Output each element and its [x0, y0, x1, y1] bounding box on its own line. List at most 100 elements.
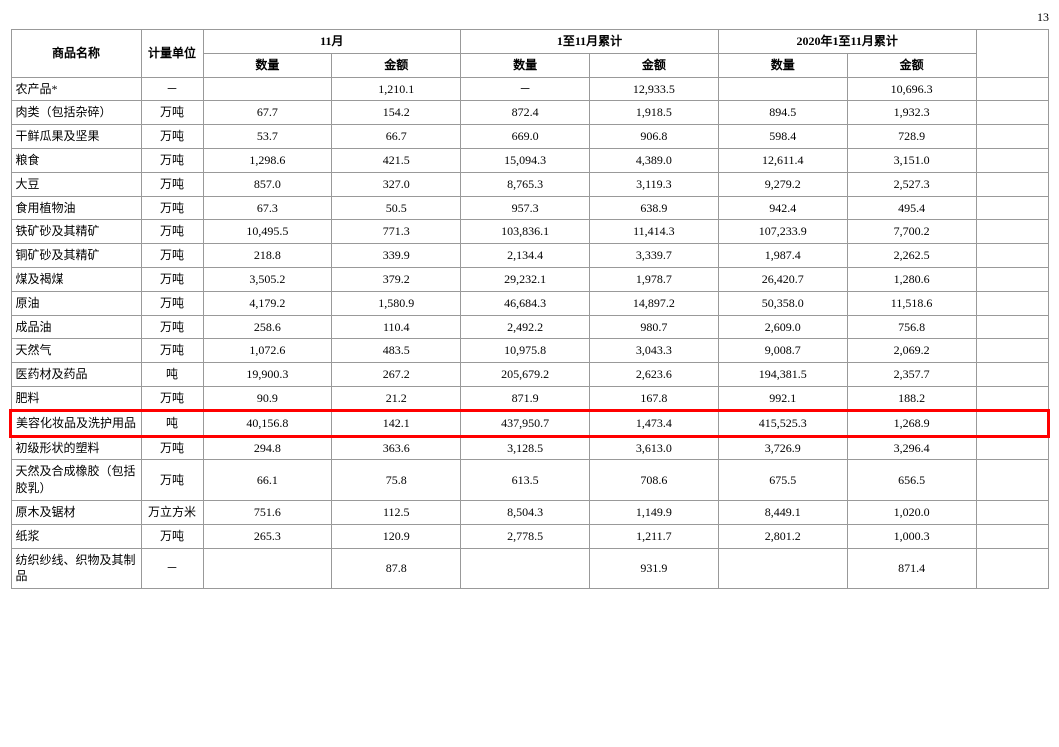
extra	[976, 125, 1048, 149]
unit: －	[141, 548, 203, 589]
prev-amt: 871.4	[847, 548, 976, 589]
ytd-amt: 12,933.5	[589, 77, 718, 101]
nov-amt: 771.3	[332, 220, 461, 244]
commodity-name: 农产品*	[11, 77, 141, 101]
ytd-amt: 980.7	[589, 315, 718, 339]
ytd-amt: 3,613.0	[589, 436, 718, 460]
unit: 万吨	[141, 125, 203, 149]
table-row: 原木及锯材万立方米751.6112.58,504.31,149.98,449.1…	[11, 500, 1048, 524]
prev-amt: 1,268.9	[847, 411, 976, 436]
prev-amt: 495.4	[847, 196, 976, 220]
commodity-name: 纸浆	[11, 524, 141, 548]
nov-amt: 142.1	[332, 411, 461, 436]
extra	[976, 460, 1048, 501]
table-row: 大豆万吨857.0327.08,765.33,119.39,279.22,527…	[11, 172, 1048, 196]
unit: 吨	[141, 411, 203, 436]
commodity-name: 铁矿砂及其精矿	[11, 220, 141, 244]
table-row: 初级形状的塑料万吨294.8363.63,128.53,613.03,726.9…	[11, 436, 1048, 460]
ytd-qty: 46,684.3	[461, 291, 590, 315]
ytd-qty: 29,232.1	[461, 267, 590, 291]
ytd-amt: 906.8	[589, 125, 718, 149]
table-row: 纸浆万吨265.3120.92,778.51,211.72,801.21,000…	[11, 524, 1048, 548]
ytd-qty: 871.9	[461, 386, 590, 410]
extra	[976, 524, 1048, 548]
header-unit: 计量单位	[141, 30, 203, 78]
prev-amt: 756.8	[847, 315, 976, 339]
import-data-table: 商品名称 计量单位 11月 1至11月累计 2020年1至11月累计 数量 金额…	[10, 29, 1049, 589]
extra	[976, 244, 1048, 268]
ytd-amt: 2,623.6	[589, 363, 718, 387]
ytd-qty: 10,975.8	[461, 339, 590, 363]
prev-amt: 2,069.2	[847, 339, 976, 363]
nov-qty: 1,298.6	[203, 148, 332, 172]
ytd-amt: 1,149.9	[589, 500, 718, 524]
extra	[976, 196, 1048, 220]
extra	[976, 363, 1048, 387]
table-row: 干鲜瓜果及坚果万吨53.766.7669.0906.8598.4728.9	[11, 125, 1048, 149]
prev-qty: 9,279.2	[718, 172, 847, 196]
prev-amt: 188.2	[847, 386, 976, 410]
ytd-amt: 3,043.3	[589, 339, 718, 363]
prev-amt: 656.5	[847, 460, 976, 501]
prev-qty: 894.5	[718, 101, 847, 125]
nov-qty: 67.3	[203, 196, 332, 220]
ytd-amt: 1,473.4	[589, 411, 718, 436]
header-ytd: 1至11月累计	[461, 30, 719, 54]
unit: 万吨	[141, 148, 203, 172]
prev-qty: 9,008.7	[718, 339, 847, 363]
ytd-amt: 931.9	[589, 548, 718, 589]
commodity-name: 铜矿砂及其精矿	[11, 244, 141, 268]
table-row: 天然气万吨1,072.6483.510,975.83,043.39,008.72…	[11, 339, 1048, 363]
commodity-name: 肥料	[11, 386, 141, 410]
table-row: 农产品*－1,210.1－12,933.510,696.3	[11, 77, 1048, 101]
nov-qty: 90.9	[203, 386, 332, 410]
commodity-name: 美容化妆品及洗护用品	[11, 411, 141, 436]
ytd-qty: 2,492.2	[461, 315, 590, 339]
extra	[976, 267, 1048, 291]
commodity-name: 食用植物油	[11, 196, 141, 220]
extra	[976, 220, 1048, 244]
nov-qty: 857.0	[203, 172, 332, 196]
prev-qty: 2,801.2	[718, 524, 847, 548]
nov-amt: 110.4	[332, 315, 461, 339]
extra	[976, 548, 1048, 589]
ytd-qty: 205,679.2	[461, 363, 590, 387]
header-nov-amt: 金额	[332, 53, 461, 77]
prev-amt: 2,527.3	[847, 172, 976, 196]
commodity-name: 天然及合成橡胶（包括胶乳）	[11, 460, 141, 501]
unit: 吨	[141, 363, 203, 387]
nov-qty: 40,156.8	[203, 411, 332, 436]
nov-amt: 120.9	[332, 524, 461, 548]
prev-amt: 1,000.3	[847, 524, 976, 548]
table-row: 医药材及药品吨19,900.3267.2205,679.22,623.6194,…	[11, 363, 1048, 387]
extra	[976, 411, 1048, 436]
commodity-name: 肉类（包括杂碎）	[11, 101, 141, 125]
unit: 万吨	[141, 220, 203, 244]
nov-amt: 483.5	[332, 339, 461, 363]
unit: 万吨	[141, 524, 203, 548]
ytd-qty: 613.5	[461, 460, 590, 501]
ytd-qty: －	[461, 77, 590, 101]
prev-amt: 1,932.3	[847, 101, 976, 125]
header-nov: 11月	[203, 30, 461, 54]
extra	[976, 339, 1048, 363]
ytd-qty: 2,134.4	[461, 244, 590, 268]
table-row: 纺织纱线、织物及其制品－87.8931.9871.4	[11, 548, 1048, 589]
prev-qty: 12,611.4	[718, 148, 847, 172]
unit: 万吨	[141, 267, 203, 291]
ytd-qty: 15,094.3	[461, 148, 590, 172]
ytd-qty: 2,778.5	[461, 524, 590, 548]
table-row: 原油万吨4,179.21,580.946,684.314,897.250,358…	[11, 291, 1048, 315]
header-prev-qty: 数量	[718, 53, 847, 77]
nov-qty: 265.3	[203, 524, 332, 548]
header-prev-amt: 金额	[847, 53, 976, 77]
table-row: 铜矿砂及其精矿万吨218.8339.92,134.43,339.71,987.4…	[11, 244, 1048, 268]
ytd-qty: 8,765.3	[461, 172, 590, 196]
ytd-amt: 14,897.2	[589, 291, 718, 315]
ytd-qty: 3,128.5	[461, 436, 590, 460]
table-row: 成品油万吨258.6110.42,492.2980.72,609.0756.8	[11, 315, 1048, 339]
nov-amt: 327.0	[332, 172, 461, 196]
commodity-name: 成品油	[11, 315, 141, 339]
nov-qty: 3,505.2	[203, 267, 332, 291]
nov-amt: 21.2	[332, 386, 461, 410]
